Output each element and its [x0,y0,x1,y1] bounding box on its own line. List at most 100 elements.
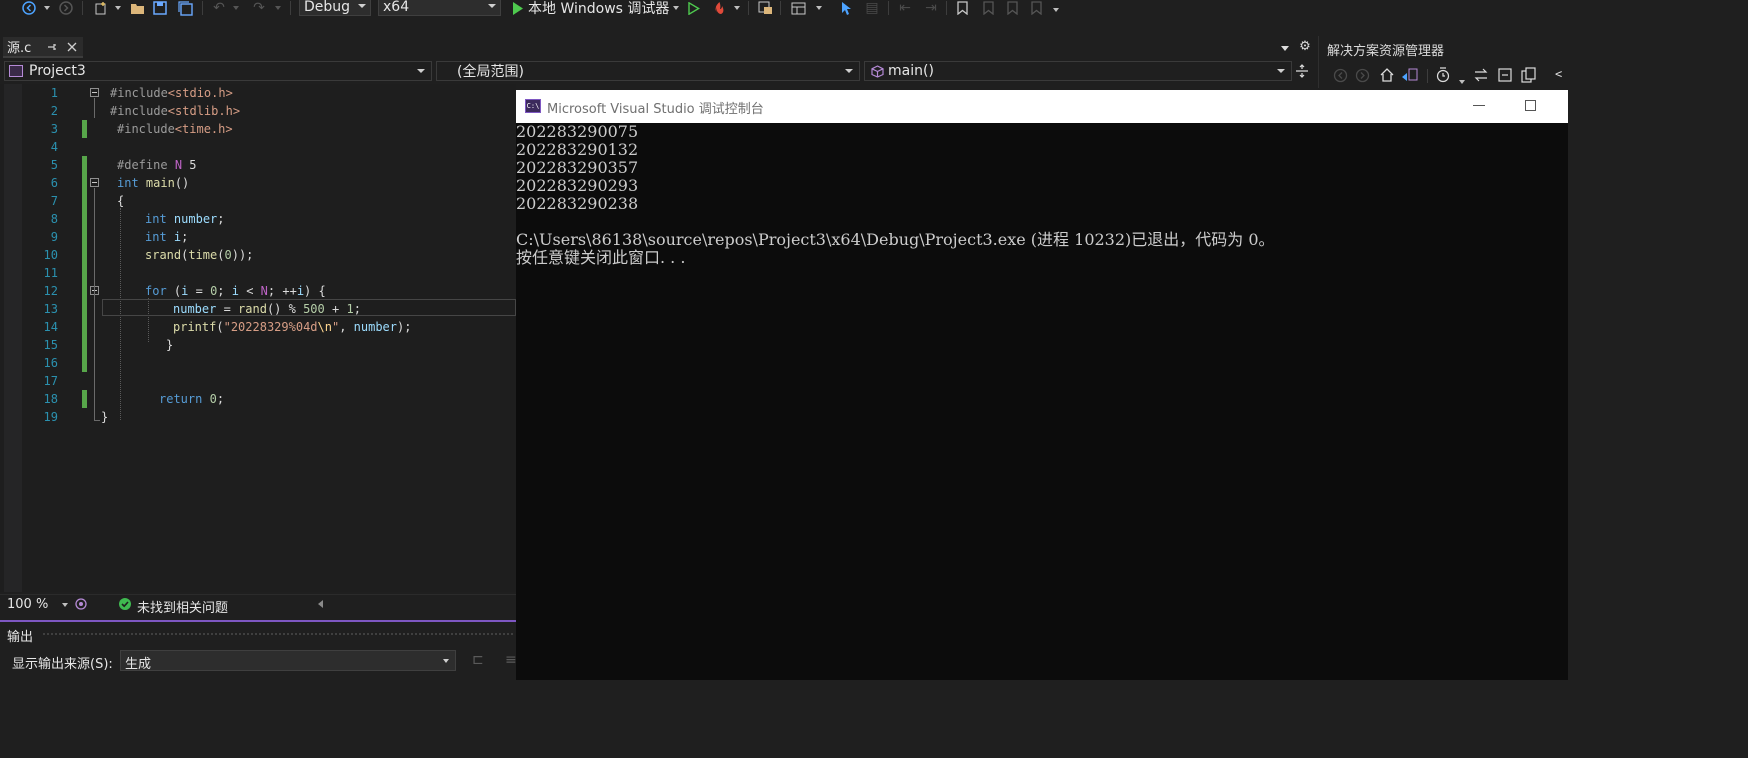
maximize-icon[interactable] [1525,100,1536,111]
back-icon[interactable] [1333,68,1349,84]
console-window-title-bar[interactable]: C:\ Microsoft Visual Studio 调试控制台 [516,90,1568,123]
save-icon[interactable] [152,0,168,16]
cursor-select-icon[interactable] [838,0,856,16]
number-literal: 500 [303,302,325,316]
back-dropdown-icon[interactable] [43,0,51,16]
outdent-icon[interactable]: ⇤ [896,0,914,16]
clear-bookmarks-icon[interactable] [1028,0,1044,16]
code-line-1[interactable]: #include<stdio.h> [110,84,233,102]
code-line-13[interactable]: number = rand() % 500 + 1; [173,300,361,318]
bookmark-icon[interactable] [954,0,970,16]
line-number: 12 [43,284,58,298]
code-line-8[interactable]: int number; [145,210,225,228]
code-line-2[interactable]: #include<stdlib.h> [110,102,240,120]
toolbar-separator [290,1,291,15]
function-cube-icon [871,64,884,78]
punctuation: ; [217,284,232,298]
toolbar-separator [1427,69,1428,83]
sync-with-document-icon[interactable] [1473,67,1491,83]
open-folder-icon[interactable] [128,0,146,16]
toolbar-overflow-icon[interactable] [1050,2,1062,18]
main-toolbar: ↶ ↷ Debug x64 本地 Windows 调试器 ▤ ⇤ ⇥ [0,0,1568,26]
comment-icon[interactable]: ▤ [864,0,880,16]
code-line-15[interactable]: } [166,336,173,354]
minimize-icon[interactable] [1473,105,1485,106]
code-line-12[interactable]: for (i = 0; i < N; ++i) { [145,282,326,300]
split-window-icon[interactable] [1294,63,1310,79]
show-all-files-icon[interactable] [1521,67,1539,83]
debugger-dropdown-icon[interactable] [671,0,681,16]
code-line-14[interactable]: printf("20228329%04d\n", number); [173,318,411,336]
layout-icon[interactable] [788,0,808,16]
layout-dropdown-icon[interactable] [814,0,824,16]
close-icon[interactable] [65,42,79,52]
scope-navigation-select[interactable]: (全局范围) [436,61,860,81]
undo-icon[interactable]: ↶ [210,0,228,16]
code-line-9[interactable]: int i; [145,228,188,246]
settings-gear-icon[interactable]: ⚙ [1298,40,1312,54]
next-bookmark-icon[interactable] [1004,0,1020,16]
home-icon[interactable] [1379,67,1395,83]
line-number: 14 [43,320,58,334]
console-output[interactable]: 202283290075 202283290132 202283290357 2… [516,123,1568,680]
code-line-6[interactable]: int main() [117,174,189,192]
forward-icon[interactable] [57,0,75,16]
code-line-18[interactable]: return 0; [159,390,224,408]
back-icon[interactable] [20,0,38,16]
line-number: 4 [50,140,58,154]
zoom-select[interactable]: 100 % [4,596,70,613]
view-code-icon[interactable]: < [1555,67,1569,83]
intellicode-icon[interactable] [74,597,88,611]
glyph-margin[interactable] [4,84,22,592]
new-dropdown-icon[interactable] [114,0,122,16]
collapse-region-icon[interactable] [90,178,99,187]
find-message-icon[interactable]: ⊏ [472,652,488,668]
previous-bookmark-icon[interactable] [980,0,996,16]
panel-drag-grip[interactable] [42,632,514,636]
start-debugging-button[interactable]: 本地 Windows 调试器 [528,0,670,17]
tab-list-dropdown-icon[interactable] [1280,44,1290,52]
platform-select[interactable]: x64 [378,0,501,16]
output-source-select[interactable]: 生成 [120,650,456,672]
forward-icon[interactable] [1355,68,1371,84]
pin-icon[interactable] [45,42,59,52]
switch-views-icon[interactable] [1401,67,1419,83]
browser-link-icon[interactable] [756,0,774,16]
project-navigation-select[interactable]: Project3 [4,61,432,81]
issues-status[interactable]: 未找到相关问题 [137,597,228,616]
hot-reload-icon[interactable] [710,0,728,16]
code-line-3[interactable]: #include<time.h> [117,120,233,138]
punctuation: + [324,302,347,316]
configuration-select[interactable]: Debug [299,0,371,16]
code-line-19[interactable]: } [101,408,108,426]
collapse-all-icon[interactable] [1497,67,1515,83]
preprocessor-directive: #include [110,86,168,100]
scroll-left-icon[interactable] [318,600,323,608]
indent-icon[interactable]: ⇥ [922,0,940,16]
change-indicator [82,120,87,138]
filter-dropdown-icon[interactable] [1459,73,1467,84]
code-editor[interactable] [0,84,516,592]
collapse-region-icon[interactable] [90,88,99,97]
document-tab-bar [0,36,1318,58]
member-navigation-select[interactable]: main() [864,61,1292,81]
hot-reload-dropdown-icon[interactable] [733,0,741,16]
tab-source-file[interactable]: 源.c [3,37,83,58]
start-without-debugging-icon[interactable] [686,0,702,16]
code-line-5[interactable]: #define N 5 [117,156,197,174]
new-project-icon[interactable] [92,0,110,16]
punctuation: ; [216,392,225,406]
clear-output-icon[interactable]: ≡ [505,652,516,668]
include-path: <stdio.h> [167,86,233,100]
code-line-10[interactable]: srand(time(0)); [145,246,253,264]
save-all-icon[interactable] [176,0,194,16]
code-line-7[interactable]: { [117,192,124,210]
line-number: 16 [43,356,58,370]
undo-dropdown-icon[interactable] [232,0,240,16]
start-debugging-icon[interactable] [510,0,526,16]
check-circle-icon [118,597,132,611]
redo-icon[interactable]: ↷ [250,0,268,16]
project-name: Project3 [29,63,86,79]
redo-dropdown-icon[interactable] [274,0,282,16]
pending-changes-filter-icon[interactable] [1435,67,1453,83]
